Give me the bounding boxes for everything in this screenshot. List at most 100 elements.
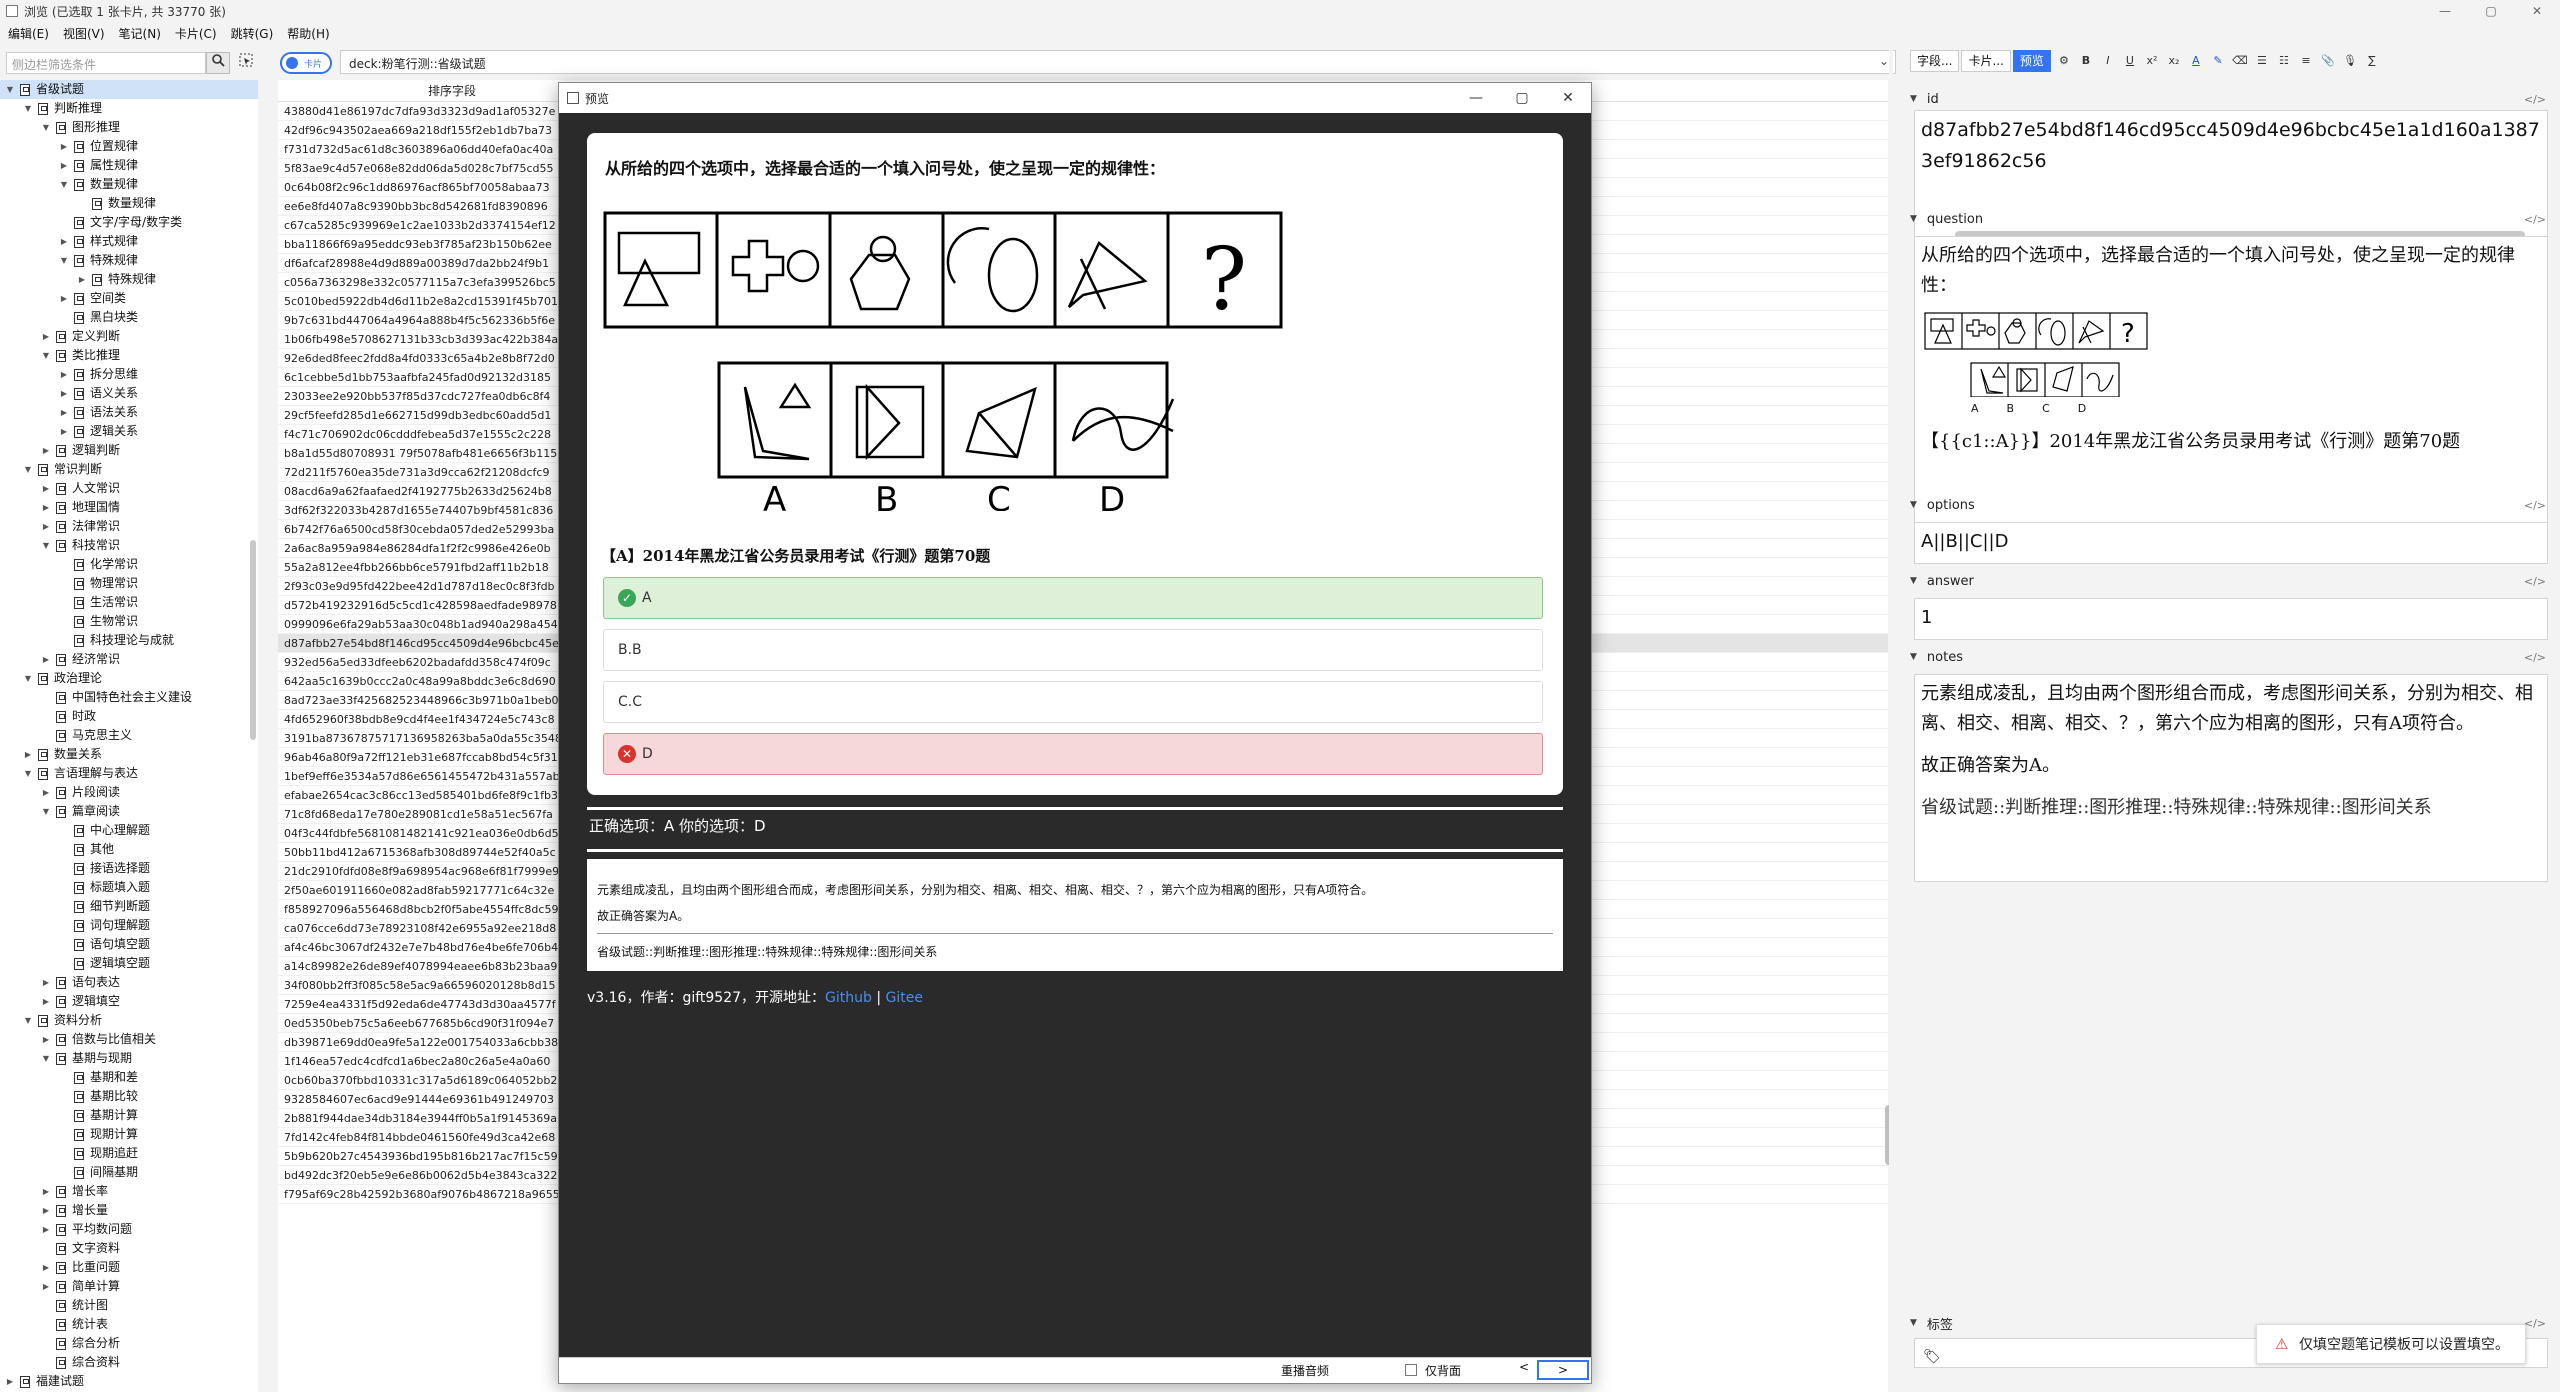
sidebar-tree-item[interactable]: ▼ 省级试题 [0, 80, 258, 99]
select-mode-icon[interactable] [236, 52, 256, 74]
option-b[interactable]: B.B [603, 629, 1543, 671]
search-icon[interactable] [206, 52, 230, 74]
sidebar-tree-item[interactable]: 科技理论与成就 [0, 631, 258, 650]
sidebar-tree-item[interactable]: ▶ 法律常识 [0, 517, 258, 536]
sidebar-tree-item[interactable]: 细节判断题 [0, 897, 258, 916]
sidebar-tree-item[interactable]: ▶ 比重问题 [0, 1258, 258, 1277]
sidebar-tree-item[interactable]: ▶ 空间类 [0, 289, 258, 308]
sidebar-tree-item[interactable]: 马克思主义 [0, 726, 258, 745]
sidebar-tree-item[interactable]: 现期追赶 [0, 1144, 258, 1163]
sidebar-tree-item[interactable]: 生物常识 [0, 612, 258, 631]
gear-icon[interactable]: ⚙ [2053, 50, 2075, 72]
menu-help[interactable]: 帮助(H) [287, 25, 329, 42]
chevron-right-icon[interactable]: ▶ [40, 783, 52, 802]
sidebar-tree-item[interactable]: 语句填空题 [0, 935, 258, 954]
chevron-down-icon[interactable]: ▼ [22, 1011, 34, 1030]
chevron-right-icon[interactable]: ▶ [40, 1182, 52, 1201]
sidebar-tree-item[interactable]: ▶ 语法关系 [0, 403, 258, 422]
sidebar-tree-item[interactable]: 综合资料 [0, 1353, 258, 1372]
chevron-down-icon[interactable]: ▼ [22, 669, 34, 688]
chevron-right-icon[interactable]: ▶ [58, 137, 70, 156]
gitee-link[interactable]: Gitee [886, 990, 923, 1006]
chevron-right-icon[interactable]: ▶ [40, 1030, 52, 1049]
sidebar-tree-item[interactable]: ▼ 类比推理 [0, 346, 258, 365]
math-icon[interactable]: ∑ [2361, 50, 2383, 72]
attach-icon[interactable]: 📎 [2317, 50, 2339, 72]
sidebar-tree-item[interactable]: 化学常识 [0, 555, 258, 574]
chevron-right-icon[interactable]: ▶ [58, 403, 70, 422]
sidebar-tree-item[interactable]: ▼ 图形推理 [0, 118, 258, 137]
sidebar-tree-item[interactable]: ▶ 增长率 [0, 1182, 258, 1201]
sidebar-tree-item[interactable]: 文字资料 [0, 1239, 258, 1258]
chevron-down-icon[interactable]: ▼ [58, 251, 70, 270]
menu-edit[interactable]: 编辑(E) [8, 25, 49, 42]
sidebar-tree-item[interactable]: ▼ 科技常识 [0, 536, 258, 555]
sidebar-tree-item[interactable]: 现期计算 [0, 1125, 258, 1144]
chevron-down-icon[interactable]: ▼ [40, 802, 52, 821]
sidebar-tree-item[interactable]: 统计图 [0, 1296, 258, 1315]
option-c[interactable]: C.C [603, 681, 1543, 723]
maximize-button[interactable]: ▢ [2468, 0, 2514, 22]
next-card-button[interactable]: > [1537, 1360, 1589, 1380]
underline-icon[interactable]: U [2119, 50, 2141, 72]
chevron-right-icon[interactable]: ▶ [40, 1277, 52, 1296]
highlight-icon[interactable]: ✎ [2207, 50, 2229, 72]
chevron-down-icon[interactable]: ▼ [22, 460, 34, 479]
sidebar-tree-item[interactable]: ▼ 常识判断 [0, 460, 258, 479]
sidebar-tree-item[interactable]: ▶ 逻辑填空 [0, 992, 258, 1011]
chevron-right-icon[interactable]: ▶ [40, 992, 52, 1011]
sidebar-tree-item[interactable]: ▼ 篇章阅读 [0, 802, 258, 821]
sidebar-tree-item[interactable]: 中国特色社会主义建设 [0, 688, 258, 707]
chevron-down-icon[interactable]: ▼ [22, 99, 34, 118]
option-d[interactable]: ✕ D [603, 733, 1543, 775]
preview-button[interactable]: 预览 [2012, 50, 2051, 72]
sidebar-tree-item[interactable]: 标题填入题 [0, 878, 258, 897]
chevron-down-icon[interactable]: ▼ [40, 346, 52, 365]
sidebar-tree-item[interactable]: ▶ 语义关系 [0, 384, 258, 403]
sidebar-tree-item[interactable]: ▶ 逻辑判断 [0, 441, 258, 460]
align-icon[interactable]: ≡ [2295, 50, 2317, 72]
sidebar-tree-item[interactable]: 综合分析 [0, 1334, 258, 1353]
sidebar-tree-item[interactable]: ▶ 倍数与比值相关 [0, 1030, 258, 1049]
sidebar-tree-item[interactable]: ▼ 政治理论 [0, 669, 258, 688]
chevron-right-icon[interactable]: ▶ [40, 1201, 52, 1220]
sidebar-tree-item[interactable]: ▶ 逻辑关系 [0, 422, 258, 441]
menu-go[interactable]: 跳转(G) [231, 25, 274, 42]
chevron-right-icon[interactable]: ▶ [40, 441, 52, 460]
sidebar-tree-item[interactable]: ▶ 福建试题 [0, 1372, 258, 1391]
sidebar-tree-item[interactable]: ▼ 言语理解与表达 [0, 764, 258, 783]
field-label-options[interactable]: ▼ options </> [1910, 496, 2550, 514]
sidebar-search-input[interactable]: 侧边栏筛选条件 [6, 52, 206, 74]
sidebar-tree-item[interactable]: ▼ 特殊规律 [0, 251, 258, 270]
search-query-input[interactable]: deck:粉笔行测::省级试题 ⌄ [340, 50, 1896, 74]
sidebar-tree-item[interactable]: 生活常识 [0, 593, 258, 612]
chevron-down-icon[interactable]: ▼ [40, 1049, 52, 1068]
sidebar-tree-item[interactable]: ▶ 地理国情 [0, 498, 258, 517]
chevron-right-icon[interactable]: ▶ [58, 365, 70, 384]
sidebar-tree-item[interactable]: 间隔基期 [0, 1163, 258, 1182]
italic-icon[interactable]: I [2097, 50, 2119, 72]
field-label-id[interactable]: ▼ id </> [1910, 90, 2550, 108]
sidebar-tree-item[interactable]: ▶ 人文常识 [0, 479, 258, 498]
field-options-input[interactable]: A||B||C||D [1914, 522, 2548, 564]
chevron-right-icon[interactable]: ▶ [4, 1372, 16, 1391]
sidebar-tree-item[interactable]: ▶ 增长量 [0, 1201, 258, 1220]
sidebar-tree-item[interactable]: 接语选择题 [0, 859, 258, 878]
chevron-down-icon[interactable]: ▼ [4, 80, 16, 99]
sidebar-tree-item[interactable]: ▶ 简单计算 [0, 1277, 258, 1296]
chevron-right-icon[interactable]: ▶ [58, 384, 70, 403]
sidebar-tree-item[interactable]: ▶ 属性规律 [0, 156, 258, 175]
chevron-right-icon[interactable]: ▶ [58, 156, 70, 175]
numbered-list-icon[interactable]: ☷ [2273, 50, 2295, 72]
back-only-checkbox[interactable] [1405, 1364, 1417, 1376]
chevron-right-icon[interactable]: ▶ [40, 1258, 52, 1277]
sidebar-tree-item[interactable]: 物理常识 [0, 574, 258, 593]
sidebar-tree-item[interactable]: ▶ 定义判断 [0, 327, 258, 346]
chevron-right-icon[interactable]: ▶ [40, 1220, 52, 1239]
sidebar-tree-item[interactable]: 数量规律 [0, 194, 258, 213]
sidebar-tree-item[interactable]: 词句理解题 [0, 916, 258, 935]
sidebar-tree-item[interactable]: 基期和差 [0, 1068, 258, 1087]
bullet-list-icon[interactable]: ☰ [2251, 50, 2273, 72]
sidebar-tree-item[interactable]: ▼ 数量规律 [0, 175, 258, 194]
menu-view[interactable]: 视图(V) [63, 25, 105, 42]
